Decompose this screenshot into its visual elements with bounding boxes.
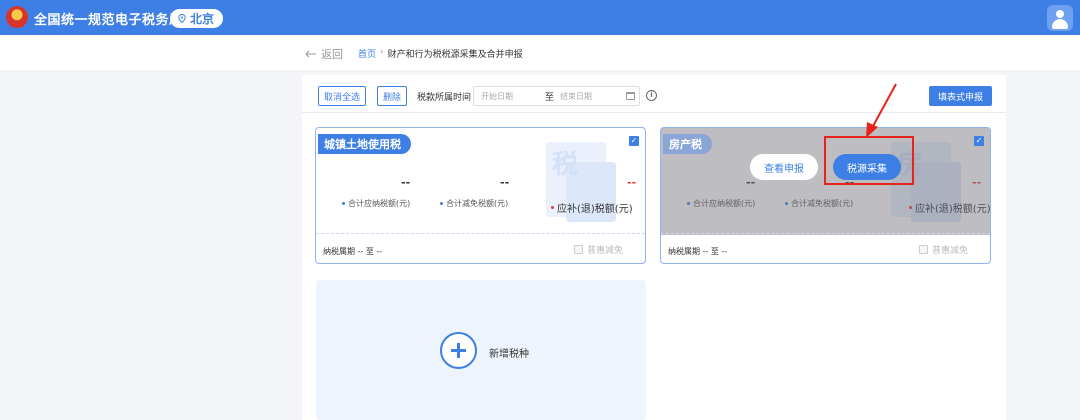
arrow-left-icon <box>305 50 316 58</box>
payable-label: 合计应纳税额(元) <box>348 199 411 208</box>
annotation-arrow-icon <box>866 83 897 138</box>
deselect-all-button[interactable]: 取消全选 <box>318 86 367 106</box>
form-filing-button[interactable]: 填表式申报 <box>929 86 992 106</box>
reduction-amount: -- <box>500 176 510 189</box>
add-tax-type-label: 新增税种 <box>489 349 529 360</box>
breadcrumb-home[interactable]: 首页 <box>358 47 376 60</box>
card-divider <box>316 233 645 234</box>
tax-name-tag: 城镇土地使用税 <box>318 134 411 154</box>
view-filing-button[interactable]: 查看申报 <box>750 154 818 180</box>
breadcrumb: 首页 › 财产和行为税税源采集及合并申报 <box>358 47 523 60</box>
refund-label: 应补(退)税额(元) <box>557 204 633 215</box>
exempt-label: 普惠减免 <box>587 246 624 256</box>
tax-period: 纳税属期 -- 至 -- <box>668 247 728 256</box>
date-range-picker[interactable]: 开始日期 至 结束日期 <box>473 86 640 106</box>
delete-button[interactable]: 删除 <box>377 86 408 106</box>
main-panel: 取消全选 删除 税款所属时间 开始日期 至 结束日期 i 填表式申报 税 城镇土… <box>302 75 1006 420</box>
tax-card-land-use[interactable]: 税 城镇土地使用税 ✓ -- -- -- 合计应纳税额(元) 合计减免税额(元)… <box>315 127 646 264</box>
card-checkbox[interactable]: ✓ <box>974 136 984 146</box>
end-date-input[interactable]: 结束日期 <box>560 91 592 102</box>
tax-period-label: 税款所属时间 <box>417 93 472 103</box>
add-tax-type-card[interactable]: 新增税种 <box>316 280 646 420</box>
exempt-label: 普惠减免 <box>932 246 969 256</box>
breadcrumb-separator-icon: › <box>380 47 384 57</box>
tax-name-tag: 房产税 <box>663 134 712 154</box>
breadcrumb-current: 财产和行为税税源采集及合并申报 <box>387 50 523 60</box>
location-pin-icon <box>178 14 186 23</box>
back-label: 返回 <box>321 48 343 61</box>
start-date-input[interactable]: 开始日期 <box>481 91 513 102</box>
calendar-icon <box>626 92 635 100</box>
refund-metric: 应补(退)税额(元) <box>551 200 633 215</box>
national-emblem-icon <box>6 6 28 28</box>
range-separator: 至 <box>545 93 555 103</box>
toolbar-divider <box>302 112 1006 113</box>
payable-amount: -- <box>401 176 411 189</box>
exempt-checkbox[interactable]: 普惠减免 <box>574 243 623 256</box>
refund-amount: -- <box>627 176 637 189</box>
back-link[interactable]: 返回 <box>305 46 343 62</box>
card-checkbox[interactable]: ✓ <box>629 136 639 146</box>
tax-period: 纳税属期 -- 至 -- <box>323 247 383 256</box>
site-title: 全国统一规范电子税务局 <box>34 13 183 28</box>
exempt-checkbox[interactable]: 普惠减免 <box>919 243 968 256</box>
info-icon[interactable]: i <box>646 90 657 101</box>
card-divider <box>661 233 990 234</box>
reduction-metric: 合计减免税额(元) <box>440 198 508 209</box>
tax-watermark-icon: 税 <box>552 150 579 180</box>
payable-metric: 合计应纳税额(元) <box>342 198 410 209</box>
annotation-highlight-box <box>824 136 914 185</box>
user-avatar[interactable] <box>1047 5 1073 31</box>
top-header: 全国统一规范电子税务局 北京 <box>0 0 1080 35</box>
plus-icon <box>440 332 477 369</box>
region-selector[interactable]: 北京 <box>170 9 224 28</box>
region-name: 北京 <box>190 12 215 26</box>
reduction-label: 合计减免税额(元) <box>446 199 509 208</box>
sub-navigation-bar: 返回 首页 › 财产和行为税税源采集及合并申报 <box>0 35 1080 70</box>
